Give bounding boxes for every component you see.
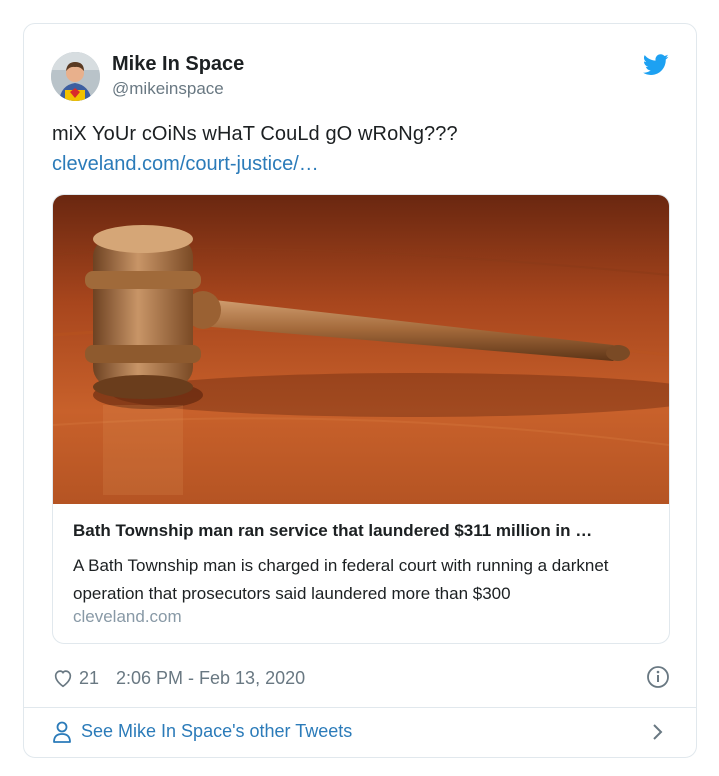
chevron-right-icon [653,724,663,740]
tweet-timestamp[interactable]: 2:06 PM - Feb 13, 2020 [116,668,305,689]
link-card-description: A Bath Township man is charged in federa… [73,556,609,603]
link-preview-card[interactable]: Bath Township man ran service that laund… [52,194,670,644]
link-card-title: Bath Township man ran service that laund… [73,521,593,540]
gavel-image [53,195,669,504]
author-handle[interactable]: @mikeinspace [112,79,224,99]
see-other-tweets-label: See Mike In Space's other Tweets [81,721,353,741]
twitter-bird-icon[interactable] [643,54,669,76]
link-card-domain: cleveland.com [73,607,182,626]
heart-icon[interactable] [52,667,74,689]
see-other-tweets-link[interactable]: See Mike In Space's other Tweets [52,719,672,745]
info-icon[interactable] [646,665,670,689]
like-count[interactable]: 21 [79,668,99,689]
avatar-image [51,52,100,101]
tweet-text: miX YoUr cOiNs wHaT CouLd gO wRoNg??? [52,123,458,145]
author-display-name[interactable]: Mike In Space [112,53,244,76]
embedded-tweet: Mike In Space @mikeinspace miX YoUr cOiN… [23,23,697,758]
divider [24,707,696,708]
person-icon [53,721,71,743]
tweet-link[interactable]: cleveland.com/court-justice/… [52,153,319,176]
author-avatar[interactable] [51,52,100,101]
